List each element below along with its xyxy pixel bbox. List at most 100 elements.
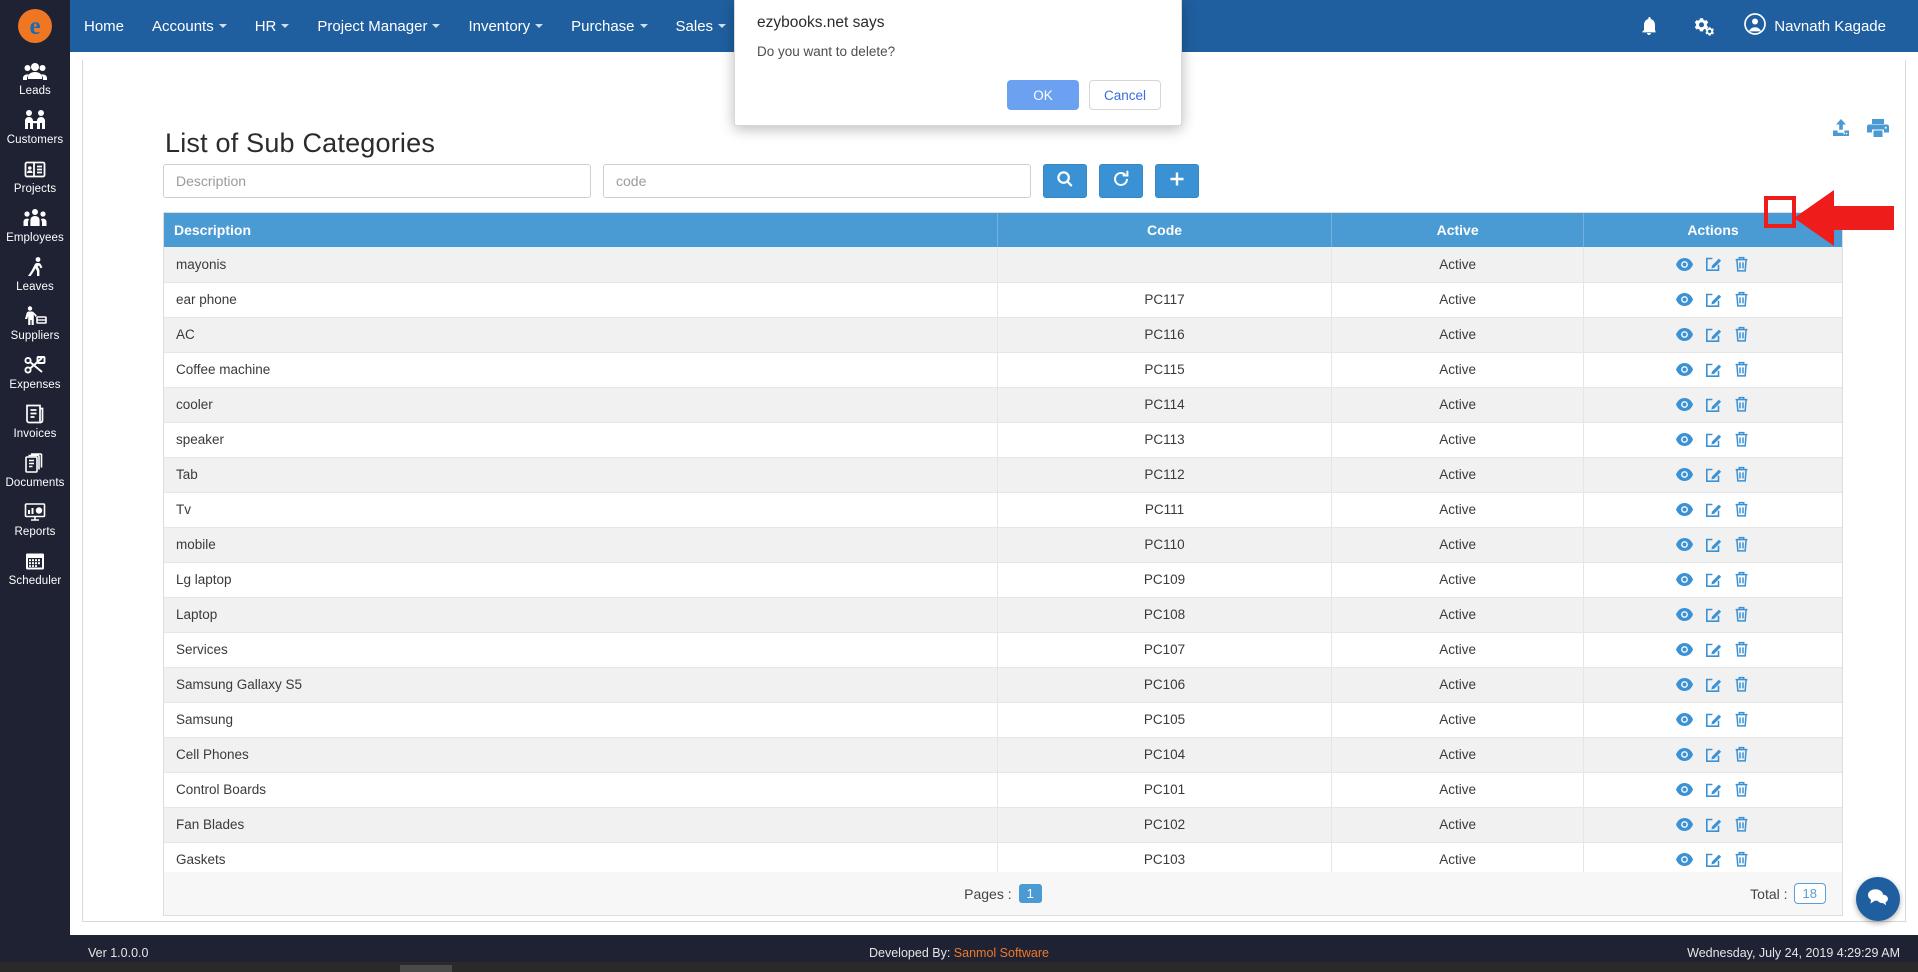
search-input-description[interactable] <box>163 164 591 198</box>
page-number-1[interactable]: 1 <box>1018 884 1042 903</box>
view-icon[interactable] <box>1676 817 1694 832</box>
edit-icon[interactable] <box>1705 502 1722 518</box>
sidebar-item-suppliers[interactable]: Suppliers <box>0 297 70 346</box>
delete-icon[interactable] <box>1734 851 1749 868</box>
dialog-ok-button[interactable]: OK <box>1007 80 1079 110</box>
delete-icon[interactable] <box>1734 711 1749 728</box>
sidebar-item-label: Documents <box>5 477 65 489</box>
edit-icon[interactable] <box>1705 747 1722 763</box>
delete-icon[interactable] <box>1734 466 1749 483</box>
sidebar-item-customers[interactable]: Customers <box>0 101 70 150</box>
edit-icon[interactable] <box>1705 782 1722 798</box>
sidebar-item-scheduler[interactable]: Scheduler <box>0 542 70 591</box>
nav-item-purchase[interactable]: Purchase <box>557 0 661 52</box>
add-button[interactable] <box>1155 164 1199 198</box>
delete-icon[interactable] <box>1734 676 1749 693</box>
nav-item-project-manager[interactable]: Project Manager <box>303 0 454 52</box>
edit-icon[interactable] <box>1705 712 1722 728</box>
edit-icon[interactable] <box>1705 467 1722 483</box>
edit-icon[interactable] <box>1705 607 1722 623</box>
sidebar-item-leaves[interactable]: Leaves <box>0 248 70 297</box>
chat-button[interactable] <box>1856 877 1900 921</box>
gears-icon[interactable] <box>1676 0 1732 52</box>
edit-icon[interactable] <box>1705 642 1722 658</box>
sidebar-item-invoices[interactable]: Invoices <box>0 395 70 444</box>
delete-icon[interactable] <box>1734 361 1749 378</box>
row-action-group <box>1596 781 1830 798</box>
nav-item-sales[interactable]: Sales <box>662 0 741 52</box>
view-icon[interactable] <box>1676 467 1694 482</box>
view-icon[interactable] <box>1676 327 1694 342</box>
bell-icon[interactable] <box>1622 0 1676 52</box>
delete-icon[interactable] <box>1734 431 1749 448</box>
developer-link[interactable]: Sanmol Software <box>954 946 1049 960</box>
view-icon[interactable] <box>1676 747 1694 762</box>
view-icon[interactable] <box>1676 677 1694 692</box>
column-header-code[interactable]: Code <box>997 213 1333 247</box>
view-icon[interactable] <box>1676 397 1694 412</box>
sidebar-item-projects[interactable]: Projects <box>0 150 70 199</box>
delete-icon[interactable] <box>1734 326 1749 343</box>
cell-description: Laptop <box>164 597 998 633</box>
delete-icon[interactable] <box>1734 641 1749 658</box>
search-input-code[interactable] <box>603 164 1031 198</box>
view-icon[interactable] <box>1676 642 1694 657</box>
view-icon[interactable] <box>1676 712 1694 727</box>
sidebar-item-documents[interactable]: Documents <box>0 444 70 493</box>
sidebar-item-employees[interactable]: Employees <box>0 199 70 248</box>
delete-icon[interactable] <box>1734 781 1749 798</box>
sidebar-item-expenses[interactable]: Expenses <box>0 346 70 395</box>
view-icon[interactable] <box>1676 432 1694 447</box>
edit-icon[interactable] <box>1705 292 1722 308</box>
column-header-description[interactable]: Description <box>164 213 998 247</box>
edit-icon[interactable] <box>1705 256 1722 272</box>
column-header-active[interactable]: Active <box>1331 213 1584 247</box>
dialog-cancel-button[interactable]: Cancel <box>1089 80 1161 110</box>
edit-icon[interactable] <box>1705 852 1722 868</box>
edit-icon[interactable] <box>1705 432 1722 448</box>
view-icon[interactable] <box>1676 502 1694 517</box>
cell-active: Active <box>1331 492 1584 528</box>
cell-actions <box>1583 422 1842 458</box>
delete-icon[interactable] <box>1734 746 1749 763</box>
print-icon[interactable] <box>1866 117 1890 144</box>
delete-icon[interactable] <box>1734 571 1749 588</box>
delete-icon[interactable] <box>1734 256 1749 273</box>
sidebar-item-leads[interactable]: Leads <box>0 52 70 101</box>
view-icon[interactable] <box>1676 572 1694 587</box>
view-icon[interactable] <box>1676 362 1694 377</box>
logo-letter: e <box>29 12 41 40</box>
app-logo[interactable]: e <box>0 0 70 52</box>
sidebar-item-reports[interactable]: Reports <box>0 493 70 542</box>
view-icon[interactable] <box>1676 852 1694 867</box>
view-icon[interactable] <box>1676 782 1694 797</box>
nav-item-inventory[interactable]: Inventory <box>454 0 557 52</box>
browser-download-tab[interactable] <box>400 965 452 972</box>
user-menu[interactable]: Navnath Kagade <box>1732 13 1894 39</box>
delete-icon[interactable] <box>1734 606 1749 623</box>
nav-item-label: Purchase <box>571 17 635 35</box>
edit-icon[interactable] <box>1705 362 1722 378</box>
view-icon[interactable] <box>1676 537 1694 552</box>
edit-icon[interactable] <box>1705 397 1722 413</box>
search-button[interactable] <box>1043 164 1087 198</box>
nav-item-home[interactable]: Home <box>70 0 138 52</box>
delete-icon[interactable] <box>1734 816 1749 833</box>
cell-description: ear phone <box>164 282 998 318</box>
delete-icon[interactable] <box>1734 396 1749 413</box>
delete-icon[interactable] <box>1734 291 1749 308</box>
edit-icon[interactable] <box>1705 677 1722 693</box>
edit-icon[interactable] <box>1705 817 1722 833</box>
delete-icon[interactable] <box>1734 501 1749 518</box>
nav-item-hr[interactable]: HR <box>241 0 304 52</box>
edit-icon[interactable] <box>1705 572 1722 588</box>
delete-icon[interactable] <box>1734 536 1749 553</box>
upload-icon[interactable] <box>1830 117 1852 144</box>
edit-icon[interactable] <box>1705 327 1722 343</box>
refresh-button[interactable] <box>1099 164 1143 198</box>
view-icon[interactable] <box>1676 292 1694 307</box>
nav-item-accounts[interactable]: Accounts <box>138 0 241 52</box>
view-icon[interactable] <box>1676 257 1694 272</box>
view-icon[interactable] <box>1676 607 1694 622</box>
edit-icon[interactable] <box>1705 537 1722 553</box>
